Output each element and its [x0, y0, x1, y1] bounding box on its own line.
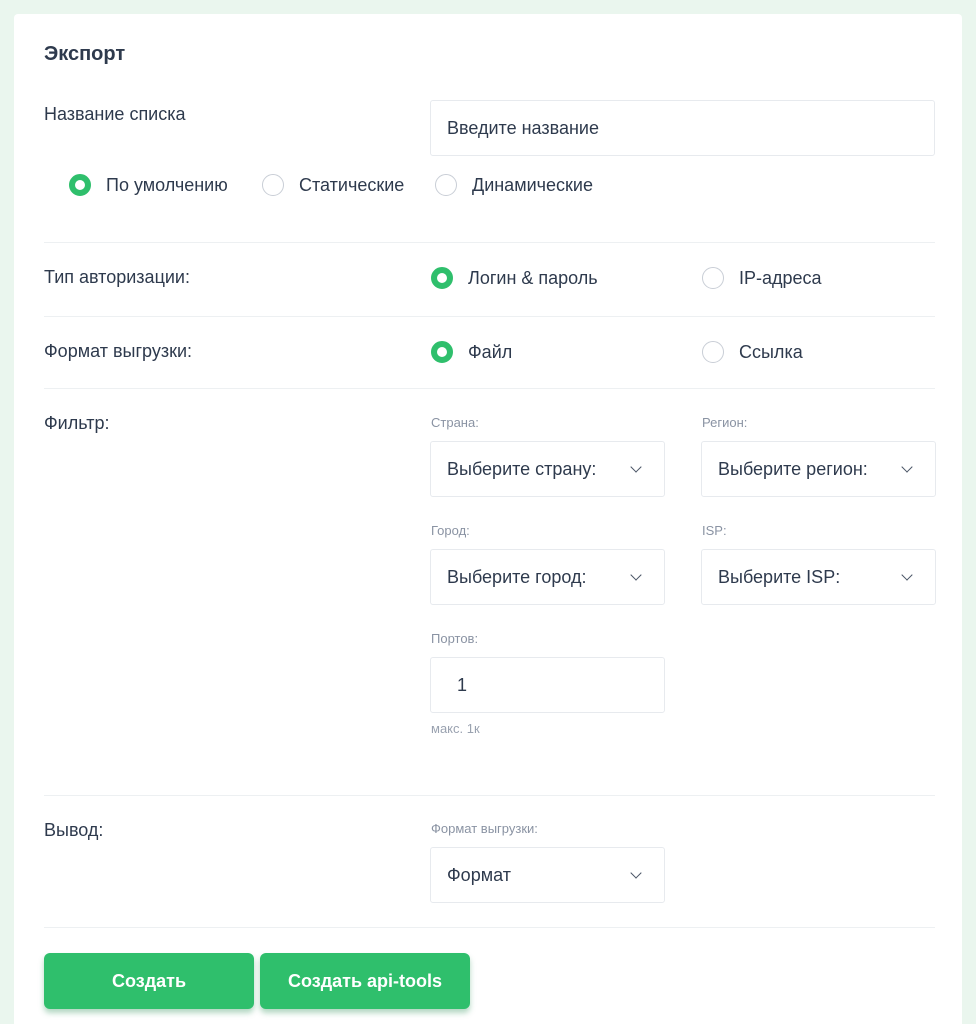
- radio-label: Ссылка: [739, 341, 803, 362]
- output-format-label: Формат выгрузки:: [431, 821, 538, 836]
- create-button[interactable]: Создать: [44, 953, 254, 1009]
- create-api-tools-button[interactable]: Создать api-tools: [260, 953, 470, 1009]
- region-select-value: Выберите регион:: [718, 458, 868, 479]
- chevron-down-icon: [630, 867, 642, 879]
- radio-checked-icon: [69, 174, 91, 196]
- ports-input-value: 1: [457, 674, 468, 695]
- radio-label: Статические: [299, 174, 405, 195]
- chevron-down-icon: [901, 569, 913, 581]
- ports-input[interactable]: 1: [430, 657, 665, 713]
- divider: [44, 795, 935, 796]
- radio-unchecked-icon: [702, 341, 724, 363]
- divider: [44, 927, 935, 928]
- filter-label: Фильтр:: [44, 413, 110, 433]
- output-format-value: Формат: [447, 864, 511, 885]
- radio-unchecked-icon: [435, 174, 457, 196]
- isp-label: ISP:: [702, 523, 727, 538]
- country-select-value: Выберите страну:: [447, 458, 597, 479]
- region-label: Регион:: [702, 415, 748, 430]
- list-name-input[interactable]: Введите название: [430, 100, 935, 156]
- radio-checked-icon: [431, 341, 453, 363]
- isp-select[interactable]: Выберите ISP:: [701, 549, 936, 605]
- ports-label: Портов:: [431, 631, 479, 646]
- chevron-down-icon: [901, 461, 913, 473]
- radio-checked-icon: [431, 267, 453, 289]
- region-select[interactable]: Выберите регион:: [701, 441, 936, 497]
- radio-label: Динамические: [472, 174, 593, 195]
- country-select[interactable]: Выберите страну:: [430, 441, 665, 497]
- radio-list-type-dynamic[interactable]: Динамические: [435, 174, 593, 196]
- divider: [44, 242, 935, 243]
- list-name-placeholder: Введите название: [447, 117, 599, 138]
- city-label: Город:: [431, 523, 470, 538]
- radio-format-link[interactable]: Ссылка: [702, 341, 803, 363]
- chevron-down-icon: [630, 569, 642, 581]
- radio-label: По умолчению: [106, 174, 228, 195]
- radio-format-file[interactable]: Файл: [431, 341, 512, 363]
- radio-label: Файл: [468, 341, 513, 362]
- page-title: Экспорт: [44, 43, 126, 65]
- city-select[interactable]: Выберите город:: [430, 549, 665, 605]
- output-format-select[interactable]: Формат: [430, 847, 665, 903]
- radio-unchecked-icon: [702, 267, 724, 289]
- isp-select-value: Выберите ISP:: [718, 566, 841, 587]
- radio-label: Логин & пароль: [468, 267, 598, 288]
- output-label: Вывод:: [44, 820, 104, 840]
- chevron-down-icon: [630, 461, 642, 473]
- radio-auth-ip[interactable]: IP-адреса: [702, 267, 822, 289]
- ports-hint: макс. 1к: [431, 721, 480, 736]
- auth-type-label: Тип авторизации:: [44, 267, 190, 287]
- country-label: Страна:: [431, 415, 479, 430]
- radio-label: IP-адреса: [739, 267, 822, 288]
- radio-list-type-static[interactable]: Статические: [262, 174, 404, 196]
- city-select-value: Выберите город:: [447, 566, 587, 587]
- radio-list-type-default[interactable]: По умолчению: [69, 174, 228, 196]
- upload-format-label: Формат выгрузки:: [44, 341, 192, 361]
- radio-unchecked-icon: [262, 174, 284, 196]
- divider: [44, 388, 935, 389]
- radio-auth-login[interactable]: Логин & пароль: [431, 267, 598, 289]
- list-name-label: Название списка: [44, 104, 186, 124]
- divider: [44, 316, 935, 317]
